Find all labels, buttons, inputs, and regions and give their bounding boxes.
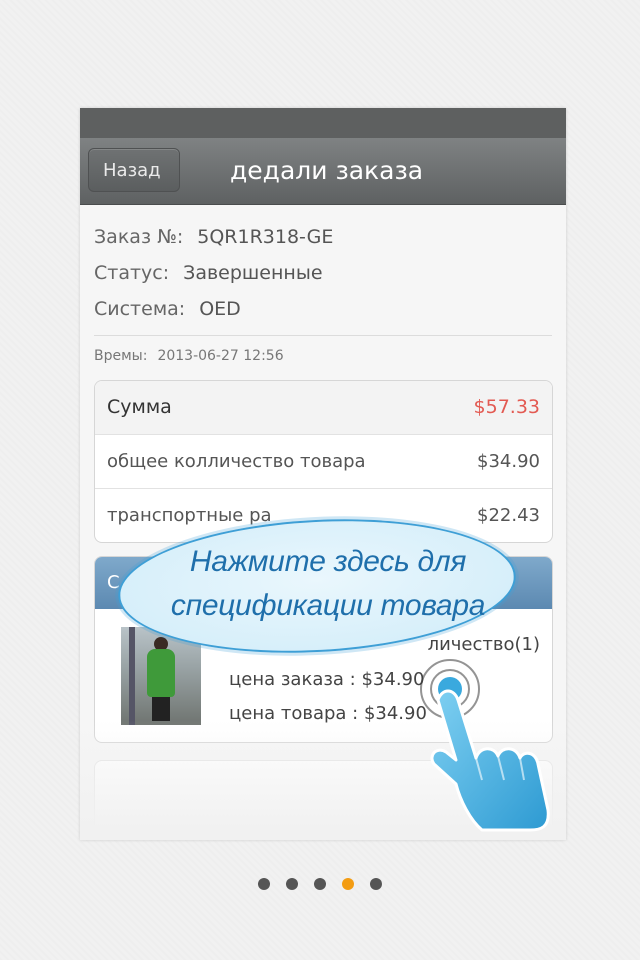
order-status-value: Завершенные <box>183 262 323 284</box>
order-time-value: 2013-06-27 12:56 <box>157 348 284 364</box>
order-system-value: OED <box>199 298 241 320</box>
summary-card: Сумма $57.33 общее колличество товара $3… <box>94 380 553 543</box>
summary-shipping-value: $22.43 <box>477 505 540 526</box>
summary-total-row: Сумма $57.33 <box>95 381 552 435</box>
page-dot-5[interactable] <box>370 878 382 890</box>
product-order-price: цена заказа : $34.90 <box>229 669 425 690</box>
order-time-row: Времы: 2013-06-27 12:56 <box>94 336 552 376</box>
summary-total-label: Сумма <box>107 396 172 418</box>
thumbnail-legs <box>152 697 170 721</box>
order-info: Заказ №: 5QR1R318-GE Статус: Завершенные С… <box>80 205 566 376</box>
status-bar <box>80 108 566 138</box>
order-status-label: Статус: <box>94 262 170 284</box>
order-system-row: Система: OED <box>94 291 552 327</box>
page-dot-1[interactable] <box>258 878 270 890</box>
summary-total-value: $57.33 <box>473 396 540 418</box>
order-time-label: Времы: <box>94 348 148 364</box>
order-status-row: Статус: Завершенные <box>94 255 552 291</box>
thumbnail-coat <box>147 649 175 697</box>
order-number-label: Заказ №: <box>94 226 184 248</box>
nav-bar: Назад дедали заказа <box>80 138 566 205</box>
product-quantity: личество(1) <box>427 634 540 655</box>
summary-items-label: общее колличество товара <box>107 451 366 472</box>
order-number-row: Заказ №: 5QR1R318-GE <box>94 219 552 255</box>
tutorial-text: Нажмите здесь для спецификации товара <box>118 540 538 628</box>
order-system-label: Система: <box>94 298 186 320</box>
order-number-value: 5QR1R318-GE <box>197 226 334 248</box>
page-dot-2[interactable] <box>286 878 298 890</box>
summary-items-row: общее колличество товара $34.90 <box>95 435 552 489</box>
back-button[interactable]: Назад <box>88 148 180 192</box>
page-title: дедали заказа <box>230 156 424 185</box>
pointing-hand-icon <box>430 689 550 832</box>
summary-items-value: $34.90 <box>477 451 540 472</box>
tutorial-line-1: Нажмите здесь для <box>189 545 467 578</box>
thumbnail-post <box>129 627 135 725</box>
product-item-price: цена товара : $34.90 <box>229 703 427 724</box>
page-dot-3[interactable] <box>314 878 326 890</box>
tutorial-line-2: спецификации товара <box>170 589 486 622</box>
page-dot-4-active[interactable] <box>342 878 354 890</box>
page-indicator <box>0 878 640 890</box>
